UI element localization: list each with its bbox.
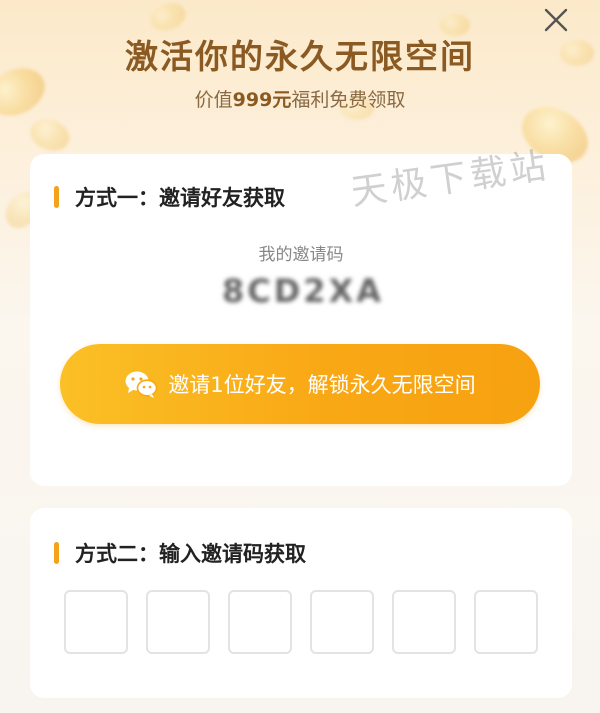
enter-code-card: 方式二：输入邀请码获取 [30,508,572,698]
subtitle-suffix: 福利免费领取 [291,89,406,111]
page-title: 激活你的永久无限空间 [125,37,475,76]
code-digit-box-6[interactable] [474,590,538,654]
code-digit-box-1[interactable] [64,590,128,654]
code-digit-box-2[interactable] [146,590,210,654]
invite-friend-button[interactable]: 邀请1位好友，解锁永久无限空间 [60,344,540,424]
code-digit-box-3[interactable] [228,590,292,654]
method2-title: 方式二：输入邀请码获取 [75,542,306,566]
invite-friends-card: 方式一：邀请好友获取 我的邀请码 8CD2XA 邀请1位好友，解锁永久无限空间 [30,154,572,486]
subtitle-prefix: 价值 [194,89,233,111]
invite-code-input [64,590,538,654]
section-accent-bar [54,542,59,564]
method1-title: 方式一：邀请好友获取 [75,186,285,210]
code-digit-box-5[interactable] [392,590,456,654]
method2-header: 方式二：输入邀请码获取 [54,538,306,568]
method1-header: 方式一：邀请好友获取 [54,182,285,212]
subtitle-value: 999元 [232,89,292,111]
section-accent-bar [54,186,59,208]
invite-code-value: 8CD2XA [221,272,384,310]
code-digit-box-4[interactable] [310,590,374,654]
decor-coin [26,114,74,156]
invite-code-label: 我的邀请码 [258,245,344,265]
invite-button-label: 邀请1位好友，解锁永久无限空间 [168,373,476,397]
page-subtitle: 价值999元福利免费领取 [0,85,600,112]
wechat-icon [125,371,158,398]
